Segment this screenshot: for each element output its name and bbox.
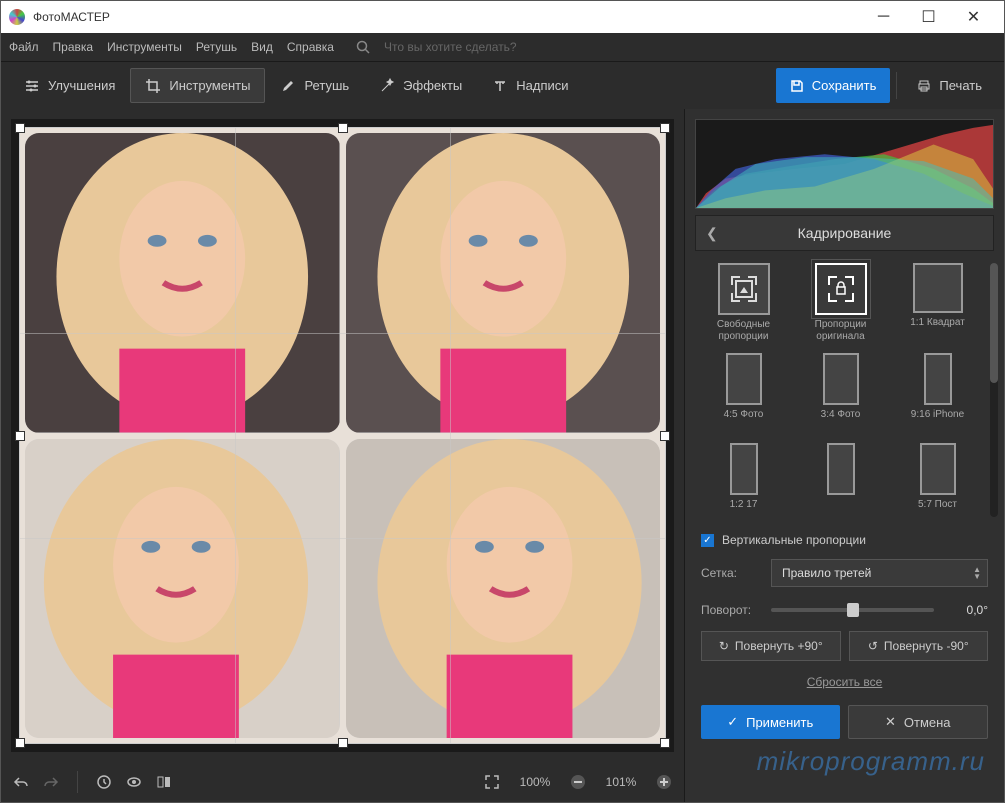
preview-icon[interactable] bbox=[126, 774, 142, 790]
tab-effects[interactable]: Эффекты bbox=[364, 68, 477, 103]
undo-icon[interactable] bbox=[13, 774, 29, 790]
tab-tools[interactable]: Инструменты bbox=[130, 68, 265, 103]
maximize-button[interactable]: ☐ bbox=[906, 1, 951, 33]
vertical-proportions-checkbox[interactable]: ✓ Вертикальные пропорции bbox=[685, 529, 1004, 551]
crop-icon bbox=[145, 78, 161, 94]
rotate-ccw-icon: ↺ bbox=[868, 639, 878, 653]
rotate-minus90-button[interactable]: ↺ Повернуть -90° bbox=[849, 631, 989, 661]
crop-handle-bm[interactable] bbox=[338, 738, 348, 748]
preset-3-4[interactable]: 3:4 Фото bbox=[796, 353, 885, 433]
current-zoom-value[interactable]: 101% bbox=[600, 775, 642, 789]
back-icon[interactable]: ❮ bbox=[706, 225, 718, 242]
tab-effects-label: Эффекты bbox=[403, 78, 462, 93]
brush-icon bbox=[280, 78, 296, 94]
tab-enhance[interactable]: Улучшения bbox=[9, 68, 130, 103]
compare-icon[interactable] bbox=[156, 774, 172, 790]
vertical-label: Вертикальные пропорции bbox=[722, 533, 866, 547]
app-logo-icon bbox=[9, 9, 25, 25]
print-label: Печать bbox=[939, 78, 982, 93]
grid-label: Сетка: bbox=[701, 566, 761, 580]
reset-all-link[interactable]: Сбросить все bbox=[685, 667, 1004, 697]
window-title: ФотоМАСТЕР bbox=[33, 10, 861, 24]
main-toolbar: Улучшения Инструменты Ретушь Эффекты Над… bbox=[1, 61, 1004, 109]
select-arrows-icon: ▲▼ bbox=[973, 566, 981, 580]
tab-text[interactable]: Надписи bbox=[477, 68, 583, 103]
tab-enhance-label: Улучшения bbox=[48, 78, 115, 93]
crop-handle-tr[interactable] bbox=[660, 123, 670, 133]
rotate-value: 0,0° bbox=[944, 603, 988, 617]
wand-icon bbox=[379, 78, 395, 94]
presets-scrollbar[interactable] bbox=[990, 263, 998, 517]
image-canvas[interactable] bbox=[11, 119, 674, 752]
rotate-slider[interactable] bbox=[771, 608, 934, 612]
search-icon[interactable] bbox=[356, 40, 370, 54]
print-button[interactable]: Печать bbox=[903, 68, 996, 103]
history-icon[interactable] bbox=[96, 774, 112, 790]
tab-text-label: Надписи bbox=[516, 78, 568, 93]
menu-file[interactable]: Файл bbox=[9, 40, 39, 54]
search-placeholder[interactable]: Что вы хотите сделать? bbox=[384, 40, 517, 54]
crop-handle-br[interactable] bbox=[660, 738, 670, 748]
print-icon bbox=[917, 79, 931, 93]
tab-tools-label: Инструменты bbox=[169, 78, 250, 93]
cancel-button[interactable]: ✕ Отмена bbox=[848, 705, 989, 739]
fit-screen-icon[interactable] bbox=[484, 774, 500, 790]
canvas-bottombar: 100% 101% bbox=[1, 762, 684, 802]
preset-x2[interactable] bbox=[796, 443, 885, 523]
redo-icon[interactable] bbox=[43, 774, 59, 790]
close-button[interactable]: ✕ bbox=[951, 1, 996, 33]
crop-frame[interactable] bbox=[19, 127, 666, 744]
crop-handle-tl[interactable] bbox=[15, 123, 25, 133]
slider-thumb[interactable] bbox=[847, 603, 859, 617]
crop-handle-mr[interactable] bbox=[660, 431, 670, 441]
right-sidebar: ❮ Кадрирование Свободныепропорции Пропор… bbox=[684, 109, 1004, 802]
text-icon bbox=[492, 78, 508, 94]
check-icon: ✓ bbox=[727, 714, 738, 730]
grid-select[interactable]: Правило третей ▲▼ bbox=[771, 559, 988, 587]
menu-edit[interactable]: Правка bbox=[53, 40, 94, 54]
menu-help[interactable]: Справка bbox=[287, 40, 334, 54]
rotate-cw-icon: ↻ bbox=[719, 639, 729, 653]
preset-9-16[interactable]: 9:16 iPhone bbox=[893, 353, 982, 433]
x-icon: ✕ bbox=[885, 714, 896, 730]
panel-title: Кадрирование bbox=[798, 225, 892, 241]
menu-retouch[interactable]: Ретушь bbox=[196, 40, 237, 54]
preset-4-5[interactable]: 4:5 Фото bbox=[699, 353, 788, 433]
menu-tools[interactable]: Инструменты bbox=[107, 40, 182, 54]
window-titlebar: ФотоМАСТЕР ─ ☐ ✕ bbox=[1, 1, 1004, 33]
save-icon bbox=[790, 79, 804, 93]
preset-original[interactable]: Пропорцииоригинала bbox=[796, 263, 885, 343]
menu-view[interactable]: Вид bbox=[251, 40, 273, 54]
preset-1-2[interactable]: 1:2 17 bbox=[699, 443, 788, 523]
preset-free[interactable]: Свободныепропорции bbox=[699, 263, 788, 343]
zoom-in-icon[interactable] bbox=[656, 774, 672, 790]
minimize-button[interactable]: ─ bbox=[861, 1, 906, 33]
crop-handle-bl[interactable] bbox=[15, 738, 25, 748]
sliders-icon bbox=[24, 78, 40, 94]
crop-handle-tm[interactable] bbox=[338, 123, 348, 133]
histogram bbox=[695, 119, 994, 209]
grid-value: Правило третей bbox=[782, 566, 871, 580]
checkbox-icon: ✓ bbox=[701, 534, 714, 547]
save-button[interactable]: Сохранить bbox=[776, 68, 891, 103]
menu-bar: Файл Правка Инструменты Ретушь Вид Справ… bbox=[1, 33, 1004, 61]
apply-button[interactable]: ✓ Применить bbox=[701, 705, 840, 739]
preset-1-1[interactable]: 1:1 Квадрат bbox=[893, 263, 982, 343]
panel-header: ❮ Кадрирование bbox=[695, 215, 994, 251]
crop-handle-ml[interactable] bbox=[15, 431, 25, 441]
crop-presets-grid: Свободныепропорции Пропорцииоригинала 1:… bbox=[685, 251, 1004, 529]
tab-retouch-label: Ретушь bbox=[304, 78, 349, 93]
save-label: Сохранить bbox=[812, 78, 877, 93]
zoom-out-icon[interactable] bbox=[570, 774, 586, 790]
tab-retouch[interactable]: Ретушь bbox=[265, 68, 364, 103]
rotate-plus90-button[interactable]: ↻ Повернуть +90° bbox=[701, 631, 841, 661]
preset-5-7[interactable]: 5:7 Пост bbox=[893, 443, 982, 523]
fit-zoom-value[interactable]: 100% bbox=[514, 775, 556, 789]
rotate-label: Поворот: bbox=[701, 603, 761, 617]
